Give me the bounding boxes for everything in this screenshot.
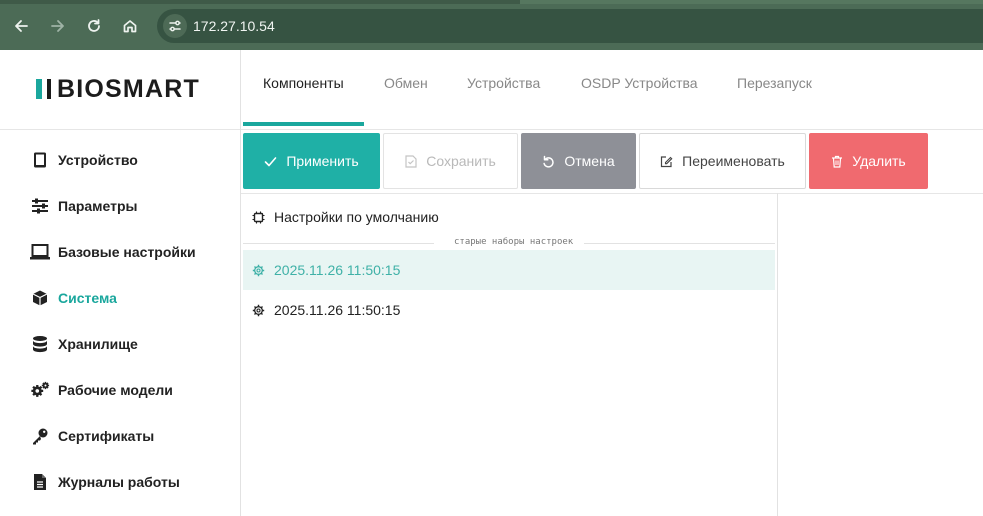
tab-bar-divider (241, 129, 983, 130)
sidebar-item-label: Сертификаты (58, 428, 155, 444)
preset-item-label: 2025.11.26 11:50:15 (274, 302, 401, 318)
url-text[interactable]: 172.27.10.54 (193, 18, 275, 34)
cancel-button-label: Отмена (564, 153, 615, 169)
sidebar-item-system[interactable]: Система (30, 286, 117, 310)
sidebar-item-label: Рабочие модели (58, 382, 173, 398)
tab-components[interactable]: Компоненты (263, 75, 344, 91)
back-arrow-icon[interactable] (8, 13, 34, 39)
toolbar-divider (241, 193, 983, 194)
sidebar-item-label: Хранилище (58, 336, 138, 352)
laptop-icon (30, 242, 50, 262)
file-icon (30, 472, 50, 492)
tablet-icon (30, 150, 50, 170)
sidebar-item-parameters[interactable]: Параметры (30, 194, 138, 218)
address-bar[interactable]: 172.27.10.54 (157, 9, 983, 43)
apply-button[interactable]: Применить (243, 133, 380, 189)
list-panel-border (777, 193, 778, 516)
home-icon[interactable] (117, 13, 143, 39)
tab-restart[interactable]: Перезапуск (737, 75, 812, 91)
preset-item-selected[interactable]: 2025.11.26 11:50:15 (243, 250, 775, 290)
tab-osdp-devices[interactable]: OSDP Устройства (581, 75, 698, 91)
delete-button-label: Удалить (852, 153, 906, 169)
rename-button[interactable]: Переименовать (639, 133, 806, 189)
browser-tab-strip (0, 0, 983, 4)
apply-button-label: Применить (286, 153, 359, 169)
rename-button-label: Переименовать (682, 153, 785, 169)
sidebar-item-label: Журналы работы (58, 474, 180, 490)
preset-default-label: Настройки по умолчанию (274, 209, 439, 225)
sidebar-item-logs[interactable]: Журналы работы (30, 470, 180, 494)
check-icon (264, 155, 277, 168)
sidebar-item-label: Базовые настройки (58, 244, 196, 260)
old-sets-label: старые наборы настроек (454, 237, 574, 247)
reload-icon[interactable] (81, 13, 107, 39)
sidebar-item-certificates[interactable]: Сертификаты (30, 424, 154, 448)
sidebar-item-basic-settings[interactable]: Базовые настройки (30, 240, 196, 264)
gears-icon (30, 380, 50, 400)
logo-text: BIOSMART (57, 74, 200, 103)
active-tab-indicator (243, 122, 364, 126)
sliders-icon (30, 196, 50, 216)
old-sets-divider: старые наборы настроек (243, 237, 775, 249)
database-icon (30, 334, 50, 354)
tab-devices[interactable]: Устройства (467, 75, 540, 91)
cancel-button[interactable]: Отмена (521, 133, 636, 189)
delete-button[interactable]: Удалить (809, 133, 928, 189)
sidebar-divider (0, 129, 240, 130)
sidebar-item-storage[interactable]: Хранилище (30, 332, 138, 356)
key-icon (30, 426, 50, 446)
sidebar-item-device[interactable]: Устройство (30, 148, 138, 172)
gear-icon (251, 263, 265, 277)
preset-default[interactable]: Настройки по умолчанию (243, 197, 775, 237)
gear-icon (251, 303, 265, 317)
chip-icon (251, 210, 265, 224)
forward-arrow-icon[interactable] (45, 13, 71, 39)
browser-tab-edge (520, 0, 983, 4)
divider-line-right (584, 243, 775, 244)
tab-exchange[interactable]: Обмен (384, 75, 428, 91)
browser-toolbar: 172.27.10.54 (0, 0, 983, 50)
edit-icon (660, 155, 673, 168)
logo-mark-bar (47, 79, 51, 99)
save-button[interactable]: Сохранить (383, 133, 518, 189)
save-file-icon (405, 154, 417, 168)
sidebar-item-work-models[interactable]: Рабочие модели (30, 378, 173, 402)
undo-icon (542, 155, 555, 168)
sidebar-item-label: Устройство (58, 152, 138, 168)
save-button-label: Сохранить (426, 153, 496, 169)
preset-item[interactable]: 2025.11.26 11:50:15 (243, 290, 775, 330)
logo-mark (36, 79, 42, 99)
biosmart-logo: BIOSMART (36, 74, 200, 104)
site-info-icon[interactable] (163, 14, 187, 38)
sidebar-item-label: Система (58, 290, 117, 306)
preset-item-label: 2025.11.26 11:50:15 (274, 262, 401, 278)
trash-icon (831, 155, 843, 168)
tab-bar: Компоненты Обмен Устройства OSDP Устройс… (241, 50, 983, 130)
divider-line-left (243, 243, 434, 244)
sidebar-item-label: Параметры (58, 198, 138, 214)
cube-icon (30, 288, 50, 308)
